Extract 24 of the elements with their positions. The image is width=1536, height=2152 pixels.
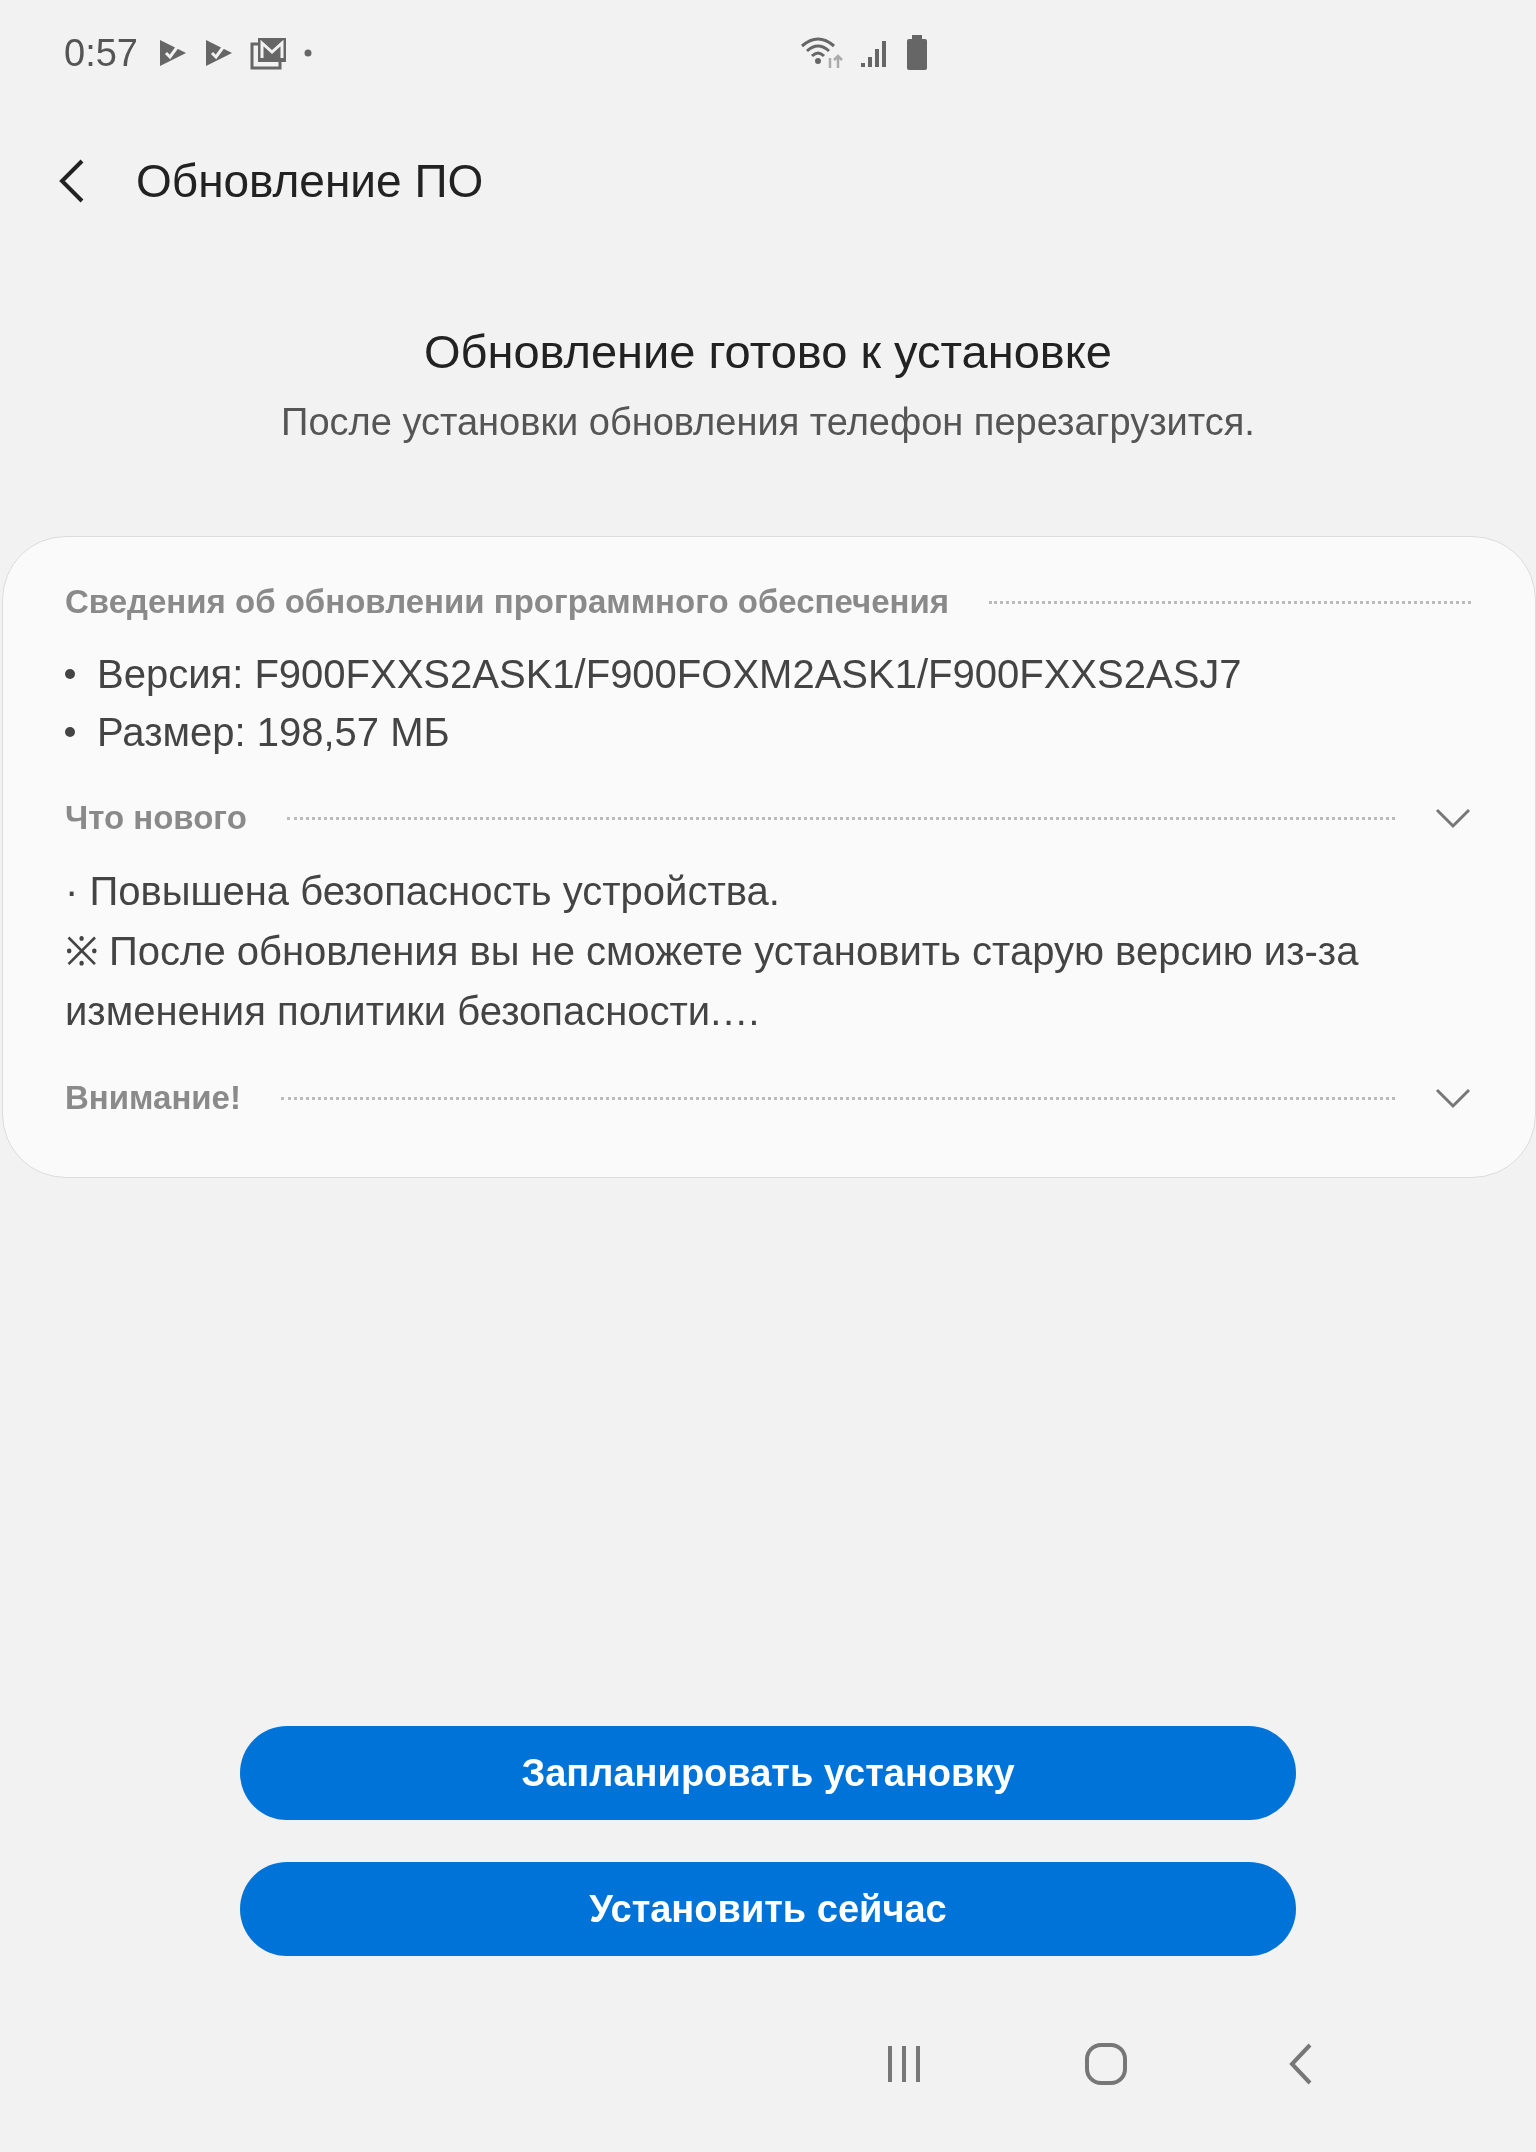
bullet-icon	[65, 727, 75, 737]
install-button[interactable]: Установить сейчас	[240, 1862, 1296, 1956]
section-title: Сведения об обновлении программного обеспечения	[65, 583, 950, 621]
screen-title: Обновление ПО	[136, 154, 484, 208]
whats-new-text: ※ После обновления вы не сможете установить старую версию из-за изменения политики безопасности.…	[65, 928, 1360, 1035]
info-text: Версия: F900FXXS2ASK1/F900FOXM2ASK1/F900FXXS2ASJ7	[97, 651, 1242, 698]
status-heading: Обновление готово к установке	[424, 324, 1112, 379]
info-text: Размер: 198,57 МБ	[97, 709, 450, 756]
dot-icon	[303, 49, 312, 57]
mail-stack-icon	[249, 36, 288, 70]
section-title: Что нового	[65, 799, 247, 837]
battery-icon	[906, 35, 928, 71]
status-subtitle: После установки обновления телефон перезагрузится.	[281, 401, 1255, 444]
chevron-down-icon[interactable]	[1435, 1087, 1471, 1109]
home-icon[interactable]	[1084, 2042, 1128, 2086]
play-store-check-icon	[157, 38, 188, 68]
wifi-icon	[800, 36, 844, 70]
whats-new-text: · Повышена безопасность устройства.	[65, 868, 781, 915]
section-title: Внимание!	[65, 1079, 241, 1117]
bullet-icon	[65, 669, 75, 679]
play-store-check-icon	[203, 38, 234, 68]
clock-time: 0:57	[64, 31, 138, 75]
chevron-down-icon[interactable]	[1435, 807, 1471, 829]
install-button[interactable]: Запланировать установку	[240, 1726, 1296, 1820]
